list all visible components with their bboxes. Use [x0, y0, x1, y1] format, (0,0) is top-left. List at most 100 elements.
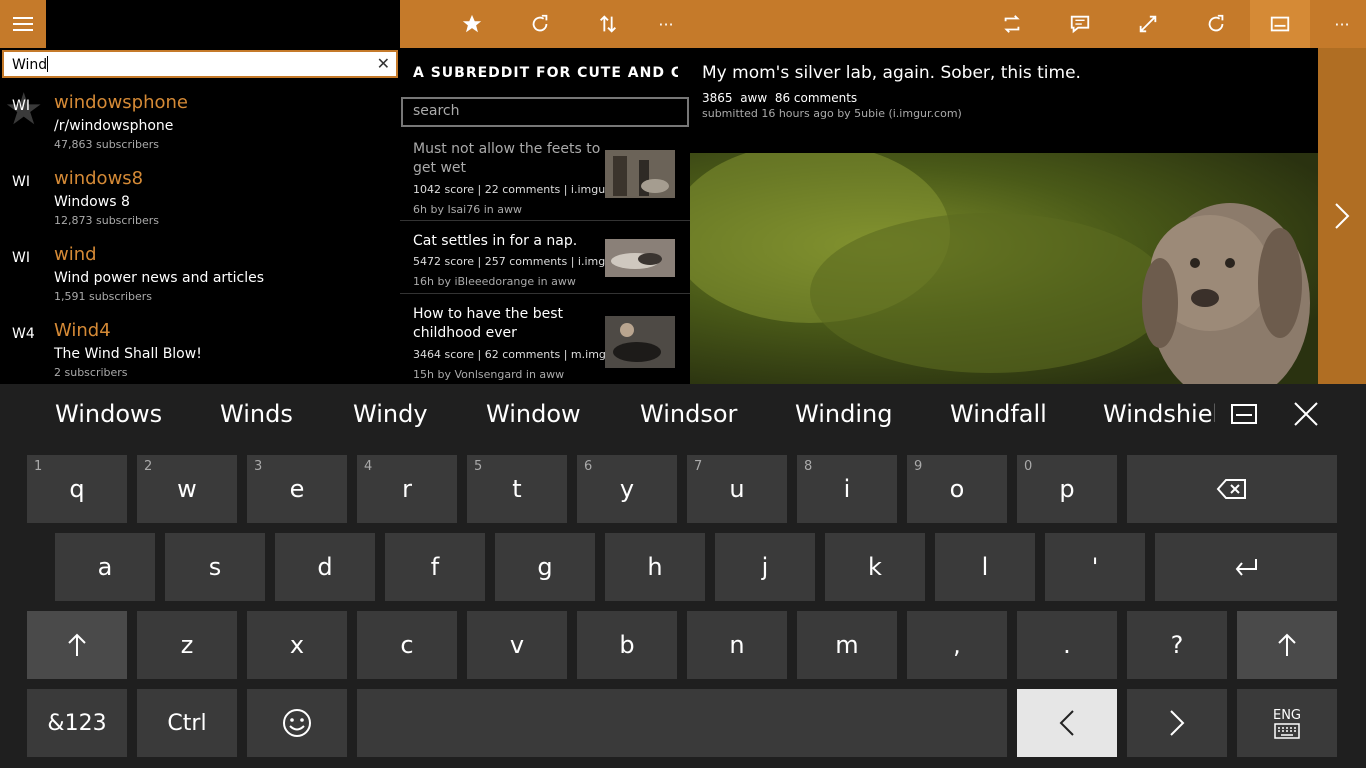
cursor-right-key[interactable] [1127, 689, 1227, 757]
comments-button[interactable] [1055, 0, 1105, 48]
language-label: ENG [1272, 707, 1301, 723]
suggestion[interactable]: Winds [220, 400, 293, 428]
key-n[interactable]: n [687, 611, 787, 679]
comments-icon [1070, 15, 1090, 34]
emoji-key[interactable] [247, 689, 347, 757]
key-m[interactable]: m [797, 611, 897, 679]
post-subreddit-link[interactable]: aww [740, 91, 767, 105]
key-label: q [69, 475, 85, 503]
hamburger-icon [13, 17, 33, 31]
next-post-button[interactable] [1318, 48, 1366, 384]
language-key[interactable]: ENG [1237, 689, 1337, 757]
suggestion[interactable]: Windshiel [1103, 400, 1215, 428]
subreddit-result[interactable]: ★ WI windowsphone /r/windowsphone 47,863… [0, 86, 400, 162]
more-button[interactable]: ··· [641, 0, 691, 48]
symbols-key[interactable]: &123 [27, 689, 127, 757]
reading-mode-button[interactable] [1250, 0, 1310, 48]
key-t[interactable]: 5t [467, 455, 567, 523]
key-a[interactable]: a [55, 533, 155, 601]
close-icon [1294, 402, 1318, 426]
reading-mode-icon [1270, 16, 1290, 32]
suggestion[interactable]: Windfall [950, 400, 1047, 428]
key-label: i [843, 475, 851, 503]
subreddit-search-input[interactable]: Wind ✕ [2, 50, 398, 78]
expand-button[interactable] [1123, 0, 1173, 48]
subreddit-name: windows8 [54, 168, 144, 189]
backspace-key[interactable] [1127, 455, 1337, 523]
post-list-item[interactable]: How to have the best childhood ever 3464… [400, 294, 690, 384]
key-number: 3 [254, 459, 263, 474]
space-key[interactable] [357, 689, 1007, 757]
key-number: 1 [34, 459, 43, 474]
key-period[interactable]: . [1017, 611, 1117, 679]
post-comments-link[interactable]: 86 comments [775, 91, 857, 105]
clear-search-button[interactable]: ✕ [377, 54, 390, 73]
chevron-right-icon [1170, 710, 1185, 736]
key-q[interactable]: 1q [27, 455, 127, 523]
favorite-button[interactable] [447, 0, 497, 48]
keyboard-layout-button[interactable] [1230, 402, 1260, 428]
enter-key[interactable] [1155, 533, 1337, 601]
subreddit-result[interactable]: WI windows8 Windows 8 12,873 subscribers [0, 162, 400, 238]
key-v[interactable]: v [467, 611, 567, 679]
key-y[interactable]: 6y [577, 455, 677, 523]
key-comma[interactable]: , [907, 611, 1007, 679]
post-search-input[interactable]: search [401, 97, 689, 127]
key-u[interactable]: 7u [687, 455, 787, 523]
key-d[interactable]: d [275, 533, 375, 601]
key-w[interactable]: 2w [137, 455, 237, 523]
refresh-icon [1208, 14, 1224, 32]
key-s[interactable]: s [165, 533, 265, 601]
post-submitted-info: submitted 16 hours ago by 5ubie (i.imgur… [702, 107, 962, 120]
post-list-item[interactable]: Cat settles in for a nap. 5472 score | 2… [400, 221, 690, 294]
reload-button[interactable] [1191, 0, 1241, 48]
suggestion[interactable]: Windy [353, 400, 428, 428]
subreddit-result[interactable]: W4 Wind4 The Wind Shall Blow! 2 subscrib… [0, 314, 400, 390]
key-b[interactable]: b [577, 611, 677, 679]
suggestion[interactable]: Windsor [640, 400, 737, 428]
key-h[interactable]: h [605, 533, 705, 601]
suggestion[interactable]: Window [486, 400, 581, 428]
key-k[interactable]: k [825, 533, 925, 601]
key-o[interactable]: 9o [907, 455, 1007, 523]
key-j[interactable]: j [715, 533, 815, 601]
key-z[interactable]: z [137, 611, 237, 679]
subreddit-title: Wind power news and articles [54, 270, 265, 286]
subreddit-subscribers: 2 subscribers [54, 366, 128, 379]
post-list-item[interactable]: Must not allow the feets to get wet 1042… [400, 130, 690, 221]
cursor-left-key[interactable] [1017, 689, 1117, 757]
repeat-button[interactable] [987, 0, 1037, 48]
suggestion[interactable]: Winding [795, 400, 892, 428]
shift-key-right[interactable] [1237, 611, 1337, 679]
key-e[interactable]: 3e [247, 455, 347, 523]
post-more-button[interactable]: ··· [1317, 0, 1366, 48]
post-image [690, 153, 1318, 384]
suggestion[interactable]: Windows [55, 400, 162, 428]
shift-arrow-icon [68, 633, 86, 656]
key-x[interactable]: x [247, 611, 347, 679]
key-g[interactable]: g [495, 533, 595, 601]
key-l[interactable]: l [935, 533, 1035, 601]
subreddit-toolbar: ··· [400, 0, 690, 48]
key-f[interactable]: f [385, 533, 485, 601]
sort-button[interactable] [583, 0, 633, 48]
ctrl-key[interactable]: Ctrl [137, 689, 237, 757]
key-r[interactable]: 4r [357, 455, 457, 523]
close-keyboard-button[interactable] [1292, 400, 1322, 430]
subreddit-name: Wind4 [54, 320, 111, 341]
key-i[interactable]: 8i [797, 455, 897, 523]
post-detail-info: 3865 aww 86 comments [702, 91, 857, 105]
hamburger-menu-button[interactable] [0, 0, 46, 48]
key-c[interactable]: c [357, 611, 457, 679]
key-number: 5 [474, 459, 483, 474]
shift-key-left[interactable] [27, 611, 127, 679]
enter-icon [1235, 559, 1257, 576]
key-label: u [729, 475, 745, 503]
key-question[interactable]: ? [1127, 611, 1227, 679]
key-apostrophe[interactable]: ' [1045, 533, 1145, 601]
refresh-button[interactable] [515, 0, 565, 48]
post-author: 16h by iBleeedorange in aww [413, 275, 576, 288]
key-p[interactable]: 0p [1017, 455, 1117, 523]
subreddit-result[interactable]: WI wind Wind power news and articles 1,5… [0, 238, 400, 314]
emoji-icon [283, 709, 311, 737]
